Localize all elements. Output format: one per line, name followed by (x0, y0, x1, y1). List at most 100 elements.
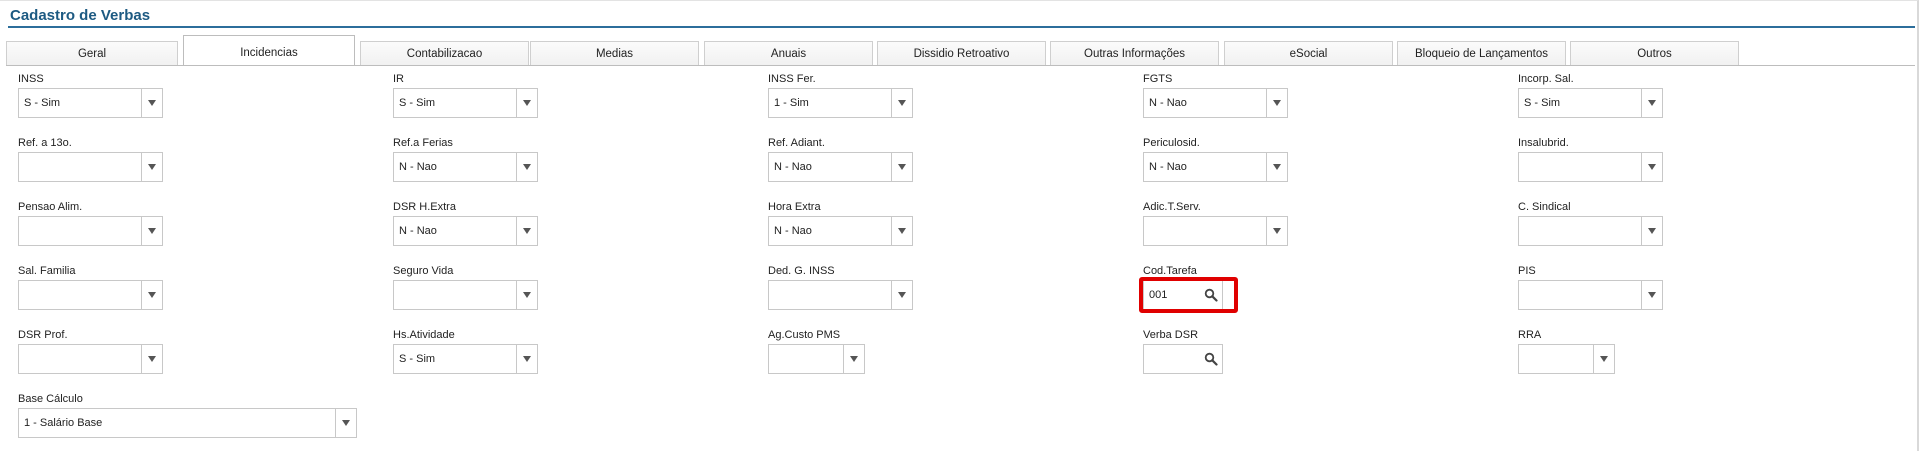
inss-fer-dropdown-button[interactable] (891, 89, 912, 117)
periculosid-value: N - Nao (1149, 161, 1187, 173)
ir-dropdown-button[interactable] (516, 89, 537, 117)
page-title: Cadastro de Verbas (10, 7, 151, 24)
sal-familia-label: Sal. Familia (18, 265, 76, 277)
ref-13o-dropdown-button[interactable] (141, 153, 162, 181)
ded-g-inss-label: Ded. G. INSS (768, 265, 835, 277)
ag-custo-pms-dropdown-button[interactable] (843, 345, 864, 373)
ref-ferias-dropdown-button[interactable] (516, 153, 537, 181)
hs-atividade-dropdown-button[interactable] (516, 345, 537, 373)
pis-select[interactable] (1518, 280, 1663, 310)
ded-g-inss-select[interactable] (768, 280, 913, 310)
hora-extra-dropdown-button[interactable] (891, 217, 912, 245)
fgts-label: FGTS (1143, 73, 1173, 85)
inss-value: S - Sim (24, 97, 61, 109)
ir-select[interactable]: S - Sim (393, 88, 538, 118)
incorp-sal-select[interactable]: S - Sim (1518, 88, 1663, 118)
pis-label: PIS (1518, 265, 1536, 277)
c-sindical-dropdown-button[interactable] (1641, 217, 1662, 245)
dsr-hextra-select[interactable]: N - Nao (393, 216, 538, 246)
incorp-sal-dropdown-button[interactable] (1641, 89, 1662, 117)
pensao-alim-select[interactable] (18, 216, 163, 246)
ir-label: IR (393, 73, 404, 85)
ref-adiant-label: Ref. Adiant. (768, 137, 825, 149)
tab-dissidio-retroativo[interactable]: Dissidio Retroativo (877, 41, 1046, 65)
cod-tarefa-highlight (1139, 277, 1238, 313)
dsr-prof-dropdown-button[interactable] (141, 345, 162, 373)
inss-fer-select[interactable]: 1 - Sim (768, 88, 913, 118)
chevron-down-icon (1648, 228, 1656, 234)
chevron-down-icon (1273, 100, 1281, 106)
ref-adiant-select[interactable]: N - Nao (768, 152, 913, 182)
tab-bloqueio-lancamentos[interactable]: Bloqueio de Lançamentos (1397, 41, 1566, 65)
ref-ferias-label: Ref.a Ferias (393, 137, 453, 149)
chevron-down-icon (523, 356, 531, 362)
chevron-down-icon (898, 292, 906, 298)
ref-ferias-value: N - Nao (399, 161, 437, 173)
ref-13o-select[interactable] (18, 152, 163, 182)
insalubrid-select[interactable] (1518, 152, 1663, 182)
base-calculo-select[interactable]: 1 - Salário Base (18, 408, 357, 438)
search-icon (1204, 352, 1218, 366)
window-frame: Cadastro de Verbas Geral Incidencias Con… (0, 0, 1919, 451)
seguro-vida-dropdown-button[interactable] (516, 281, 537, 309)
sal-familia-dropdown-button[interactable] (141, 281, 162, 309)
tab-content-divider (6, 65, 1915, 66)
hs-atividade-select[interactable]: S - Sim (393, 344, 538, 374)
tab-esocial[interactable]: eSocial (1224, 41, 1393, 65)
c-sindical-label: C. Sindical (1518, 201, 1571, 213)
seguro-vida-select[interactable] (393, 280, 538, 310)
adic-tserv-dropdown-button[interactable] (1266, 217, 1287, 245)
adic-tserv-select[interactable] (1143, 216, 1288, 246)
chevron-down-icon (148, 228, 156, 234)
chevron-down-icon (898, 164, 906, 170)
tab-outras-informacoes[interactable]: Outras Informações (1050, 41, 1219, 65)
ref-adiant-dropdown-button[interactable] (891, 153, 912, 181)
dsr-prof-select[interactable] (18, 344, 163, 374)
chevron-down-icon (1648, 164, 1656, 170)
fgts-select[interactable]: N - Nao (1143, 88, 1288, 118)
verba-dsr-search-button[interactable] (1200, 352, 1222, 366)
chevron-down-icon (148, 100, 156, 106)
pis-dropdown-button[interactable] (1641, 281, 1662, 309)
chevron-down-icon (148, 164, 156, 170)
periculosid-dropdown-button[interactable] (1266, 153, 1287, 181)
chevron-down-icon (898, 100, 906, 106)
chevron-down-icon (1273, 164, 1281, 170)
chevron-down-icon (342, 420, 350, 426)
ref-ferias-select[interactable]: N - Nao (393, 152, 538, 182)
fgts-dropdown-button[interactable] (1266, 89, 1287, 117)
hs-atividade-value: S - Sim (399, 353, 436, 365)
inss-select[interactable]: S - Sim (18, 88, 163, 118)
hora-extra-value: N - Nao (774, 225, 812, 237)
tab-contabilizacao[interactable]: Contabilizacao (360, 41, 529, 65)
cod-tarefa-label: Cod.Tarefa (1143, 265, 1197, 277)
sal-familia-select[interactable] (18, 280, 163, 310)
ag-custo-pms-select[interactable] (768, 344, 865, 374)
incorp-sal-value: S - Sim (1524, 97, 1561, 109)
pensao-alim-dropdown-button[interactable] (141, 217, 162, 245)
tab-medias[interactable]: Medias (530, 41, 699, 65)
tab-geral[interactable]: Geral (6, 41, 178, 65)
hora-extra-select[interactable]: N - Nao (768, 216, 913, 246)
verba-dsr-input[interactable] (1143, 344, 1223, 374)
ded-g-inss-dropdown-button[interactable] (891, 281, 912, 309)
title-divider (8, 26, 1915, 28)
hora-extra-label: Hora Extra (768, 201, 821, 213)
chevron-down-icon (148, 292, 156, 298)
dsr-hextra-dropdown-button[interactable] (516, 217, 537, 245)
c-sindical-select[interactable] (1518, 216, 1663, 246)
base-calculo-label: Base Cálculo (18, 393, 83, 405)
base-calculo-dropdown-button[interactable] (335, 409, 356, 437)
dsr-prof-label: DSR Prof. (18, 329, 68, 341)
insalubrid-dropdown-button[interactable] (1641, 153, 1662, 181)
inss-dropdown-button[interactable] (141, 89, 162, 117)
rra-dropdown-button[interactable] (1593, 345, 1614, 373)
tab-anuais[interactable]: Anuais (704, 41, 873, 65)
rra-select[interactable] (1518, 344, 1615, 374)
tab-outros[interactable]: Outros (1570, 41, 1739, 65)
inss-fer-value: 1 - Sim (774, 97, 809, 109)
periculosid-select[interactable]: N - Nao (1143, 152, 1288, 182)
tab-incidencias[interactable]: Incidencias (183, 35, 355, 66)
chevron-down-icon (1600, 356, 1608, 362)
dsr-hextra-label: DSR H.Extra (393, 201, 456, 213)
